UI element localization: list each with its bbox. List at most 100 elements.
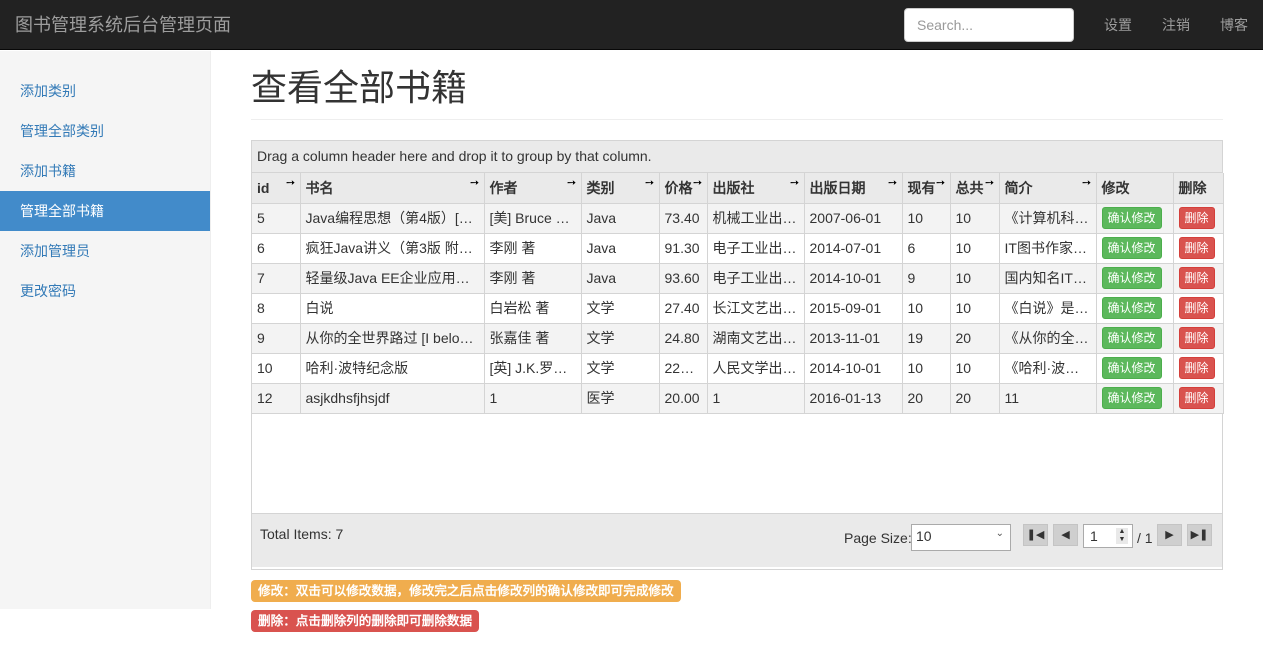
table-cell[interactable]: 20 [950,383,1000,414]
table-cell[interactable]: Java [581,233,660,264]
table-cell[interactable]: 电子工业出… [707,263,805,294]
table-cell[interactable]: 文学 [581,353,660,384]
table-cell[interactable]: 李刚 著 [484,233,582,264]
nav-link-logout[interactable]: 注销 [1147,0,1205,50]
sidebar-item-manage-books[interactable]: 管理全部书籍 [0,191,210,231]
confirm-edit-button[interactable]: 确认修改 [1101,357,1162,379]
confirm-edit-button[interactable]: 确认修改 [1101,327,1162,349]
column-header[interactable]: 简介 ➚ [999,173,1097,204]
pin-icon[interactable]: ➚ [787,175,803,190]
table-cell[interactable]: 10 [950,353,1000,384]
table-cell[interactable]: 10 [902,293,951,324]
column-header[interactable]: 删除 [1173,173,1224,204]
table-cell[interactable]: 24.80 [659,323,708,354]
table-cell[interactable]: 国内知名IT… [999,263,1097,294]
table-cell[interactable]: 10 [252,353,301,384]
table-cell[interactable]: 10 [950,263,1000,294]
column-header[interactable]: 现有 ➚ [902,173,951,204]
confirm-edit-button[interactable]: 确认修改 [1101,387,1162,409]
table-cell[interactable]: Java编程思想（第4版）[… [300,203,485,234]
pin-icon[interactable]: ➚ [885,175,901,190]
column-header[interactable]: 总共 ➚ [950,173,1000,204]
pin-icon[interactable]: ➚ [467,175,483,190]
first-page-button[interactable]: ❚◀ [1023,524,1048,546]
page-size-select[interactable]: 10 ⌄ [911,524,1011,551]
table-cell[interactable]: 2013-11-01 [804,323,903,354]
table-cell[interactable]: 2014-07-01 [804,233,903,264]
table-cell[interactable]: 91.30 [659,233,708,264]
table-cell[interactable]: 10 [902,353,951,384]
table-cell[interactable]: 李刚 著 [484,263,582,294]
sidebar-item-change-password[interactable]: 更改密码 [0,271,210,311]
column-header[interactable]: 修改 [1096,173,1174,204]
prev-page-button[interactable]: ◀ [1053,524,1078,546]
table-cell[interactable]: 2015-09-01 [804,293,903,324]
table-cell[interactable]: 湖南文艺出… [707,323,805,354]
table-cell[interactable]: 6 [252,233,301,264]
pin-icon[interactable]: ➚ [283,175,299,190]
table-cell[interactable]: 《从你的全… [999,323,1097,354]
table-cell[interactable]: 7 [252,263,301,294]
table-cell[interactable]: 从你的全世界路过 [I belo… [300,323,485,354]
sidebar-item-add-admin[interactable]: 添加管理员 [0,231,210,271]
table-cell[interactable]: 73.40 [659,203,708,234]
table-cell[interactable]: 人民文学出… [707,353,805,384]
confirm-edit-button[interactable]: 确认修改 [1101,267,1162,289]
table-cell[interactable]: 2014-10-01 [804,263,903,294]
table-cell[interactable]: 文学 [581,293,660,324]
table-cell[interactable]: 8 [252,293,301,324]
table-cell[interactable]: 张嘉佳 著 [484,323,582,354]
next-page-button[interactable]: ▶ [1157,524,1182,546]
table-cell[interactable]: 2007-06-01 [804,203,903,234]
table-cell[interactable]: [英] J.K.罗… [484,353,582,384]
column-header[interactable]: 类别 ➚ [581,173,660,204]
table-cell[interactable]: 《计算机科… [999,203,1097,234]
table-cell[interactable]: 93.60 [659,263,708,294]
table-cell[interactable]: 2014-10-01 [804,353,903,384]
table-cell[interactable]: 机械工业出… [707,203,805,234]
confirm-edit-button[interactable]: 确认修改 [1101,207,1162,229]
confirm-edit-button[interactable]: 确认修改 [1101,297,1162,319]
sidebar-item-add-category[interactable]: 添加类别 [0,71,210,111]
table-cell[interactable]: [美] Bruce … [484,203,582,234]
table-cell[interactable]: 27.40 [659,293,708,324]
column-header[interactable]: id ➚ [252,173,301,204]
table-cell[interactable]: 2016-01-13 [804,383,903,414]
table-cell[interactable]: 222… [659,353,708,384]
table-cell[interactable]: asjkdhsfjhsjdf [300,383,485,414]
pin-icon[interactable]: ➚ [982,175,998,190]
column-header[interactable]: 书名 ➚ [300,173,485,204]
nav-link-settings[interactable]: 设置 [1089,0,1147,50]
pin-icon[interactable]: ➚ [642,175,658,190]
last-page-button[interactable]: ▶❚ [1187,524,1212,546]
table-cell[interactable]: 10 [950,293,1000,324]
table-cell[interactable]: 文学 [581,323,660,354]
table-cell[interactable]: 11 [999,383,1097,414]
delete-button[interactable]: 删除 [1178,387,1215,409]
pin-icon[interactable]: ➚ [1079,175,1095,190]
table-cell[interactable]: 20.00 [659,383,708,414]
table-cell[interactable]: 20 [902,383,951,414]
table-cell[interactable]: 10 [950,203,1000,234]
pin-icon[interactable]: ➚ [564,175,580,190]
delete-button[interactable]: 删除 [1178,297,1215,319]
table-cell[interactable]: 6 [902,233,951,264]
column-header[interactable]: 价格 ➚ [659,173,708,204]
sidebar-item-manage-categories[interactable]: 管理全部类别 [0,111,210,151]
table-cell[interactable]: 1 [707,383,805,414]
table-cell[interactable]: 1 [484,383,582,414]
search-input[interactable] [904,8,1074,42]
table-cell[interactable]: 医学 [581,383,660,414]
table-cell[interactable]: 《哈利·波… [999,353,1097,384]
table-cell[interactable]: IT图书作家… [999,233,1097,264]
table-cell[interactable]: 9 [252,323,301,354]
table-cell[interactable]: 白说 [300,293,485,324]
delete-button[interactable]: 删除 [1178,327,1215,349]
delete-button[interactable]: 删除 [1178,357,1215,379]
table-cell[interactable]: 19 [902,323,951,354]
table-cell[interactable]: 疯狂Java讲义（第3版 附… [300,233,485,264]
column-header[interactable]: 作者 ➚ [484,173,582,204]
delete-button[interactable]: 删除 [1178,237,1215,259]
table-cell[interactable]: 10 [950,233,1000,264]
table-cell[interactable]: 20 [950,323,1000,354]
